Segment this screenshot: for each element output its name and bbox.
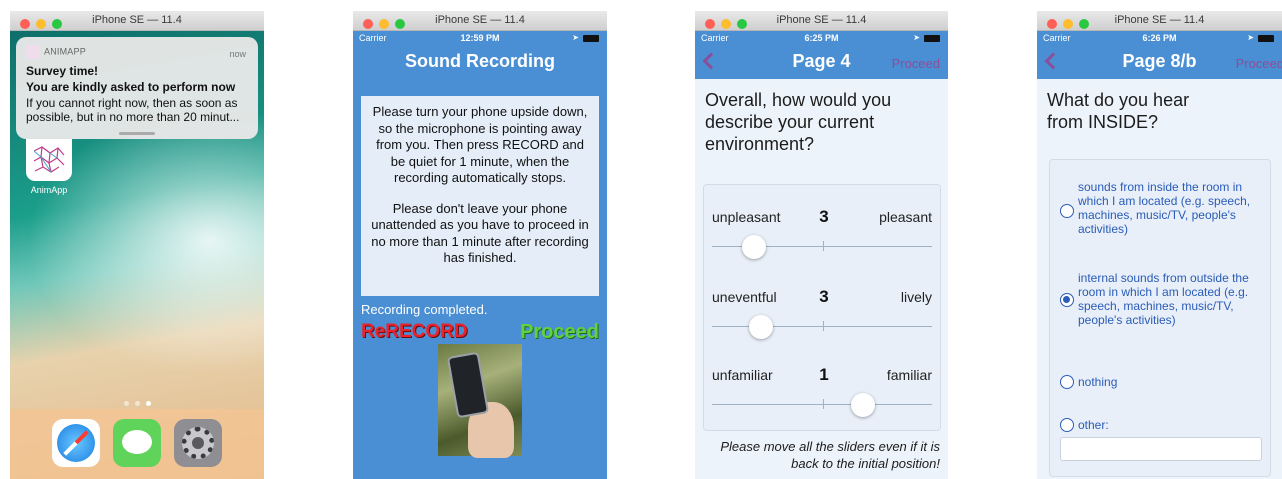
radio-option-label: other: — [1078, 418, 1109, 432]
push-notification[interactable]: ANIMAPP now Survey time! You are kindly … — [16, 37, 258, 139]
slider-center-tick — [823, 399, 824, 409]
sound-recording-screen: Carrier 12:59 PM ➤ Sound Recording Pleas… — [353, 31, 607, 479]
simulator-title: iPhone SE — 11.4 — [776, 14, 867, 26]
rerecord-button[interactable]: ReRECORD — [361, 321, 468, 343]
slider-value: 3 — [819, 287, 829, 306]
nav-bar: Sound Recording — [353, 47, 607, 79]
slider-high-label: lively — [900, 289, 932, 305]
simulator-window-4: iPhone SE — 11.4 Carrier 6:26 PM ➤ Page … — [1037, 11, 1282, 479]
status-bar: Carrier 12:59 PM ➤ — [353, 31, 607, 47]
question-text: What do you hear from INSIDE? — [1047, 90, 1190, 132]
simulator-titlebar: iPhone SE — 11.4 — [1037, 11, 1282, 31]
location-icon: ➤ — [913, 33, 920, 42]
instructions-paragraph-1: Please turn your phone upside down, so t… — [372, 104, 588, 185]
survey-page-8b: Carrier 6:26 PM ➤ Page 8/b Proceed What … — [1037, 31, 1282, 479]
status-bar: Carrier 6:25 PM ➤ — [695, 31, 948, 47]
instructions-paragraph-2: Please don't leave your phone unattended… — [371, 200, 589, 266]
question-text: Overall, how would you describe your cur… — [705, 90, 892, 154]
battery-icon — [583, 35, 599, 42]
slider-high-label: familiar — [886, 367, 932, 383]
notification-body: If you cannot right now, then as soon as… — [26, 96, 240, 124]
recording-instructions: Please turn your phone upside down, so t… — [361, 96, 599, 296]
phone-orientation-photo — [438, 344, 522, 458]
network-graph-icon — [33, 146, 65, 173]
radio-button[interactable] — [1060, 418, 1074, 432]
simulator-window-2: iPhone SE — 11.4 Carrier 12:59 PM ➤ Soun… — [353, 11, 607, 479]
status-time: 12:59 PM — [460, 33, 500, 43]
recording-status: Recording completed. — [361, 302, 488, 317]
radio-option[interactable]: nothing — [1060, 375, 1266, 389]
radio-button[interactable] — [1060, 293, 1074, 307]
notification-app-name: ANIMAPP — [44, 46, 86, 57]
simulator-window-1: iPhone SE — 11.4 ANIMAPP now Survey time… — [10, 11, 264, 479]
status-time: 6:26 PM — [1142, 33, 1177, 43]
simulator-titlebar: iPhone SE — 11.4 — [10, 11, 264, 31]
slider-panel: unpleasant 3 pleasant uneventful 3 livel… — [703, 184, 941, 431]
radio-option[interactable]: other: — [1060, 418, 1266, 432]
slider-hint: Please move all the sliders even if it i… — [720, 439, 940, 471]
radio-option-label: nothing — [1078, 375, 1118, 389]
simulator-window-3: iPhone SE — 11.4 Carrier 6:25 PM ➤ Page … — [695, 11, 948, 479]
nav-bar: Page 8/b Proceed — [1037, 47, 1282, 79]
notification-subtitle: You are kindly asked to perform now — [26, 80, 236, 94]
nav-bar: Page 4 Proceed — [695, 47, 948, 79]
battery-icon — [924, 35, 940, 42]
slider-low-label: uneventful — [712, 289, 777, 305]
home-screen: ANIMAPP now Survey time! You are kindly … — [10, 31, 264, 479]
slider-row: unfamiliar 1 familiar — [704, 357, 940, 427]
simulator-titlebar: iPhone SE — 11.4 — [695, 11, 948, 31]
survey-page-4: Carrier 6:25 PM ➤ Page 4 Proceed Overall… — [695, 31, 948, 479]
status-time: 6:25 PM — [804, 33, 839, 43]
radio-option-label: internal sounds from outside the room in… — [1078, 271, 1249, 327]
simulator-title: iPhone SE — 11.4 — [92, 14, 182, 26]
slider-low-label: unfamiliar — [712, 367, 773, 383]
slider-thumb[interactable] — [748, 315, 773, 339]
settings-icon[interactable] — [174, 419, 222, 467]
proceed-button[interactable]: Proceed — [520, 321, 599, 344]
status-bar: Carrier 6:26 PM ➤ — [1037, 31, 1282, 47]
slider-high-label: pleasant — [879, 209, 932, 225]
notification-time: now — [229, 49, 246, 59]
proceed-nav-button[interactable]: Proceed — [1236, 56, 1282, 71]
animapp-home-label: AnimApp — [30, 185, 68, 195]
slider-center-tick — [823, 241, 824, 251]
slider-center-tick — [823, 321, 824, 331]
notification-title: Survey time! — [26, 64, 99, 78]
radio-option[interactable]: sounds from inside the room in which I a… — [1060, 180, 1266, 236]
safari-icon[interactable] — [52, 419, 100, 467]
animapp-home-icon[interactable] — [26, 139, 72, 181]
slider-value: 1 — [819, 365, 829, 384]
simulator-title: iPhone SE — 11.4 — [435, 14, 525, 26]
other-text-field[interactable] — [1060, 437, 1262, 461]
location-icon: ➤ — [1247, 33, 1254, 42]
options-panel: sounds from inside the room in which I a… — [1049, 159, 1271, 477]
radio-button[interactable] — [1060, 375, 1074, 389]
slider-row: uneventful 3 lively — [704, 279, 940, 349]
slider-low-label: unpleasant — [712, 209, 781, 225]
slider-track[interactable] — [712, 326, 932, 327]
proceed-nav-button[interactable]: Proceed — [892, 56, 940, 71]
simulator-titlebar: iPhone SE — 11.4 — [353, 11, 607, 31]
slider-thumb[interactable] — [742, 235, 767, 259]
notification-app: ANIMAPP — [26, 45, 248, 59]
slider-track[interactable] — [712, 404, 932, 405]
location-icon: ➤ — [572, 33, 579, 42]
slider-value: 3 — [819, 207, 829, 226]
messages-icon[interactable] — [113, 419, 161, 467]
animapp-icon — [26, 45, 40, 59]
radio-option[interactable]: internal sounds from outside the room in… — [1060, 271, 1266, 327]
notification-handle — [119, 132, 155, 135]
battery-icon — [1258, 35, 1274, 42]
nav-title: Sound Recording — [405, 51, 555, 71]
dock — [10, 409, 264, 479]
slider-thumb[interactable] — [850, 393, 875, 417]
radio-button[interactable] — [1060, 204, 1074, 218]
slider-row: unpleasant 3 pleasant — [704, 199, 940, 269]
simulator-title: iPhone SE — 11.4 — [1114, 14, 1205, 26]
radio-option-label: sounds from inside the room in which I a… — [1078, 180, 1251, 236]
